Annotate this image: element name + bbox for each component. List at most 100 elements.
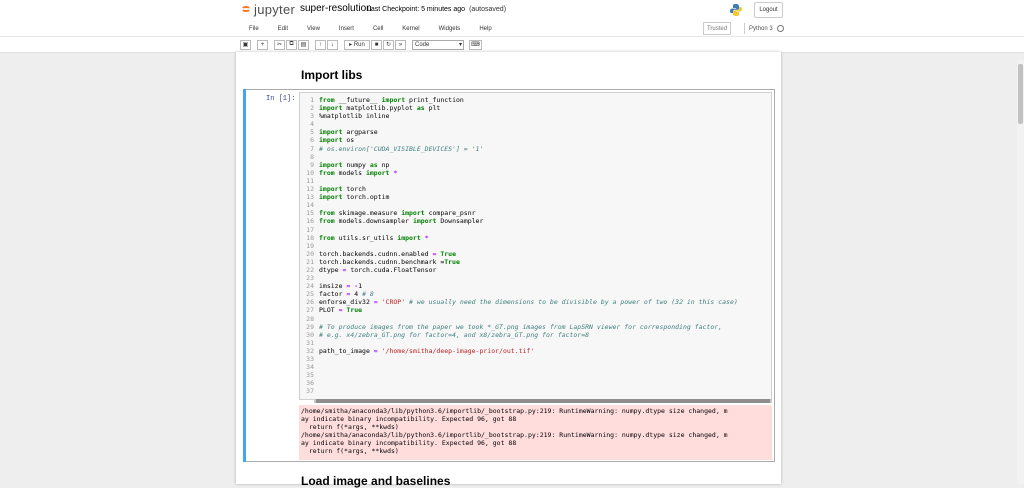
notebook-title[interactable]: super-resolution (300, 3, 372, 14)
line-number: 28 (306, 314, 314, 323)
jupyter-logo[interactable]: jupyter (241, 1, 297, 17)
stop-icon: ■ (374, 41, 379, 48)
line-number: 35 (306, 371, 314, 380)
line-number: 27 (306, 306, 314, 315)
code-line: # To produce images from the paper we to… (319, 322, 723, 331)
menu-insert[interactable]: Insert (330, 26, 364, 32)
python-logo-icon (730, 4, 742, 16)
line-number: 1 (310, 96, 314, 104)
kernel-idle-icon (776, 25, 784, 32)
cut-button[interactable]: ✂ (274, 39, 285, 50)
line-number: 17 (306, 225, 314, 234)
restart-run-all-button[interactable]: » (395, 39, 406, 50)
stderr-output: /home/smitha/anaconda3/lib/python3.6/imp… (299, 405, 772, 460)
line-number: 2 (310, 104, 314, 113)
line-number: 7 (310, 144, 314, 153)
arrow-up-icon: ↑ (319, 41, 322, 48)
code-line: import os (319, 136, 355, 145)
line-number: 14 (306, 201, 314, 210)
line-number: 3 (310, 112, 314, 121)
insert-cell-button[interactable]: + (257, 39, 268, 50)
cell-type-select[interactable]: Code (412, 39, 464, 50)
menu-help[interactable]: Help (470, 26, 501, 32)
line-number: 29 (306, 322, 314, 331)
code-line: dtype = torch.cuda.FloatTensor (319, 265, 437, 274)
plus-icon: + (260, 41, 265, 48)
code-line: from skimage.measure import compare_psnr (319, 209, 476, 218)
run-button[interactable]: ▸ Run (344, 39, 370, 50)
fast-forward-icon: » (398, 41, 403, 48)
arrow-down-icon: ↓ (331, 41, 334, 48)
markdown-heading-load-image[interactable]: Load image and baselines (301, 474, 450, 488)
line-number: 34 (306, 363, 314, 372)
save-icon: ▣ (242, 42, 249, 48)
line-number: 5 (310, 128, 314, 137)
code-line: path_to_image = '/home/smitha/deep-image… (319, 346, 535, 355)
save-button[interactable]: ▣ (240, 39, 251, 50)
line-number-gutter: 1 2 3 4 5 6 7 8 9 10 11 12 13 14 15 16 17 18 19 20 21 22 23 24 2… (300, 96, 314, 395)
code-line: import torch (319, 185, 366, 194)
menu-cell[interactable]: Cell (364, 26, 393, 32)
cut-icon: ✂ (276, 42, 283, 48)
scrollbar-thumb[interactable] (316, 399, 770, 403)
code-line: # os.environ['CUDA_VISIBLE_DEVICES'] = '… (319, 144, 484, 153)
checkpoint-text: Last Checkpoint: 5 minutes ago (367, 6, 466, 13)
stderr-line: return f(*args, **kwds) (301, 423, 399, 432)
menu-file[interactable]: File (240, 26, 269, 32)
line-number: 13 (306, 193, 314, 202)
menu-kernel[interactable]: Kernel (393, 26, 429, 32)
line-number: 24 (306, 282, 314, 291)
line-number: 31 (306, 338, 314, 347)
kernel-name: Python 3 (749, 25, 773, 32)
line-number: 36 (306, 379, 314, 388)
logout-button[interactable]: Logout (754, 2, 783, 18)
code-line: imsize = -1 (319, 282, 363, 291)
menu-widgets[interactable]: Widgets (430, 26, 471, 32)
code-line: from models import * (319, 168, 398, 177)
stderr-line: /home/smitha/anaconda3/lib/python3.6/imp… (301, 431, 728, 440)
line-number: 11 (306, 176, 314, 185)
move-down-button[interactable]: ↓ (327, 39, 338, 50)
line-number: 32 (306, 346, 314, 355)
top-bar: jupyter super-resolution Last Checkpoint… (0, 0, 1024, 20)
selected-cell-indicator (243, 89, 246, 462)
page-vertical-scrollbar[interactable] (1017, 60, 1024, 484)
code-line: import argparse (319, 128, 378, 137)
line-number: 12 (306, 185, 314, 194)
menu-view[interactable]: View (298, 26, 330, 32)
notebook-toolbar: ▣ + ✂ ⧉ ▤ ↑ ↓ ▸ Run ■ ↻ » Code ⌨ (240, 39, 483, 50)
paste-button[interactable]: ▤ (298, 39, 309, 50)
line-number: 20 (306, 249, 314, 258)
copy-icon: ⧉ (289, 41, 294, 47)
kernel-indicator: Python 3 (744, 23, 784, 34)
code-line: from __future__ import print_function (319, 96, 464, 104)
copy-button[interactable]: ⧉ (286, 39, 297, 50)
restart-icon: ↻ (385, 42, 392, 48)
markdown-heading-import-libs[interactable]: Import libs (301, 68, 362, 82)
run-icon: ▸ (349, 42, 353, 48)
autosave-status: (autosaved) (469, 6, 507, 13)
restart-button[interactable]: ↻ (383, 39, 394, 50)
code-editor[interactable]: 1 2 3 4 5 6 7 8 9 10 11 12 13 14 15 16 17 18 19 20 21 22 23 24 2… (299, 92, 772, 400)
code-line: PLOT = True (319, 306, 363, 315)
line-number: 22 (306, 265, 314, 274)
move-up-button[interactable]: ↑ (315, 39, 326, 50)
command-palette-button[interactable]: ⌨ (469, 39, 482, 50)
menu-edit[interactable]: Edit (269, 26, 298, 32)
page-scrollbar-thumb[interactable] (1018, 64, 1023, 124)
code-line: torch.backends.cudnn.benchmark =True (319, 257, 460, 266)
interrupt-button[interactable]: ■ (371, 39, 382, 50)
line-number: 10 (306, 168, 314, 177)
code-horizontal-scrollbar[interactable] (314, 399, 772, 403)
line-number: 30 (306, 330, 314, 339)
code-line: # e.g. x4/zebra_GT.png for factor=4, and… (319, 330, 590, 339)
trusted-indicator[interactable]: Trusted (703, 22, 731, 35)
